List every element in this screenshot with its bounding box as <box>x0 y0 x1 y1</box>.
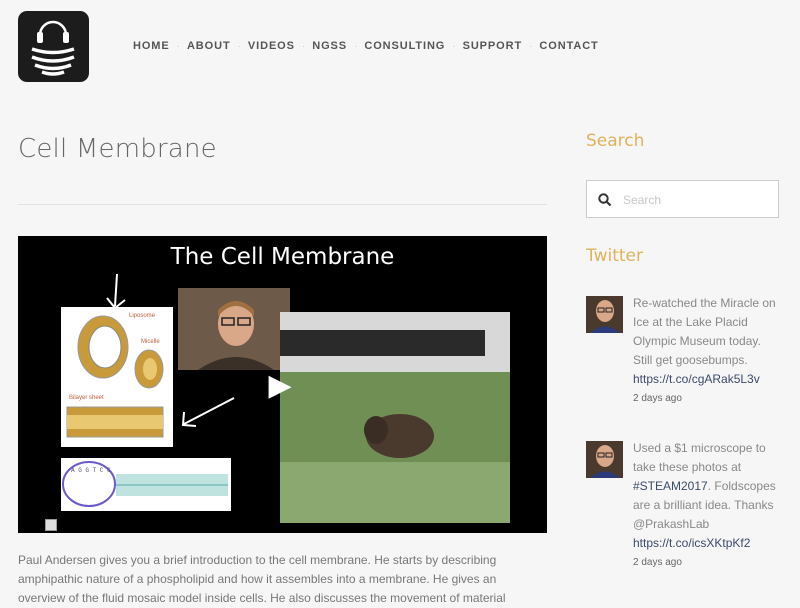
protein-diagram: A G G T C C <box>61 458 231 511</box>
title-divider <box>18 204 547 205</box>
tweet-link[interactable]: https://t.co/cgARak5L3v <box>633 372 760 386</box>
search-icon <box>598 193 612 207</box>
page-title: Cell Membrane <box>18 134 217 164</box>
site-logo[interactable] <box>18 11 89 82</box>
tweet-mention[interactable]: @PrakashLab <box>633 517 709 531</box>
micelle-label: Micelle <box>141 339 160 345</box>
nav-home[interactable]: HOME <box>126 38 177 54</box>
twitter-heading: Twitter <box>586 246 643 266</box>
bilayer-label: Bilayer sheet <box>69 395 104 401</box>
search-heading: Search <box>586 131 645 151</box>
nav-consulting[interactable]: CONSULTING <box>357 38 452 54</box>
video-title: The Cell Membrane <box>170 244 395 270</box>
nav-about[interactable]: ABOUT <box>180 38 238 54</box>
nav-ngss[interactable]: NGSS <box>305 38 354 54</box>
nav-videos[interactable]: VIDEOS <box>241 38 302 54</box>
muskox-photo <box>280 312 510 523</box>
tweet-text: Re-watched the Miracle on Ice at the Lak… <box>633 296 776 367</box>
play-button[interactable]: ▶ <box>262 368 298 404</box>
audio-waves-logo-icon <box>31 20 75 76</box>
tweet-text: Used a $1 microscope to take these photo… <box>633 441 766 474</box>
nav-support[interactable]: SUPPORT <box>456 38 529 54</box>
avatar[interactable] <box>586 296 623 333</box>
arrow-icon <box>106 273 126 310</box>
video-expand-icon[interactable] <box>45 519 57 531</box>
tweet-link[interactable]: https://t.co/icsXKtpKf2 <box>633 536 750 550</box>
presenter-thumbnail <box>178 288 290 370</box>
nav-contact[interactable]: CONTACT <box>532 38 605 54</box>
svg-text:A G G T C C: A G G T C C <box>71 467 111 474</box>
main-nav: HOME · ABOUT · VIDEOS · NGSS · CONSULTIN… <box>126 38 606 54</box>
search-box <box>586 180 779 218</box>
video-player[interactable]: The Cell Membrane Liposome Micelle Bilay… <box>18 236 547 533</box>
post-description: Paul Andersen gives you a brief introduc… <box>18 553 506 605</box>
avatar[interactable] <box>586 441 623 478</box>
tweet-timestamp[interactable]: 2 days ago <box>633 556 783 570</box>
arrow-icon <box>181 397 235 427</box>
liposome-diagram: Liposome Micelle Bilayer sheet <box>61 307 173 447</box>
liposome-label: Liposome <box>129 313 156 319</box>
tweet-timestamp[interactable]: 2 days ago <box>633 392 783 406</box>
tweet-hashtag[interactable]: #STEAM2017 <box>633 479 708 493</box>
search-input[interactable] <box>621 190 775 210</box>
